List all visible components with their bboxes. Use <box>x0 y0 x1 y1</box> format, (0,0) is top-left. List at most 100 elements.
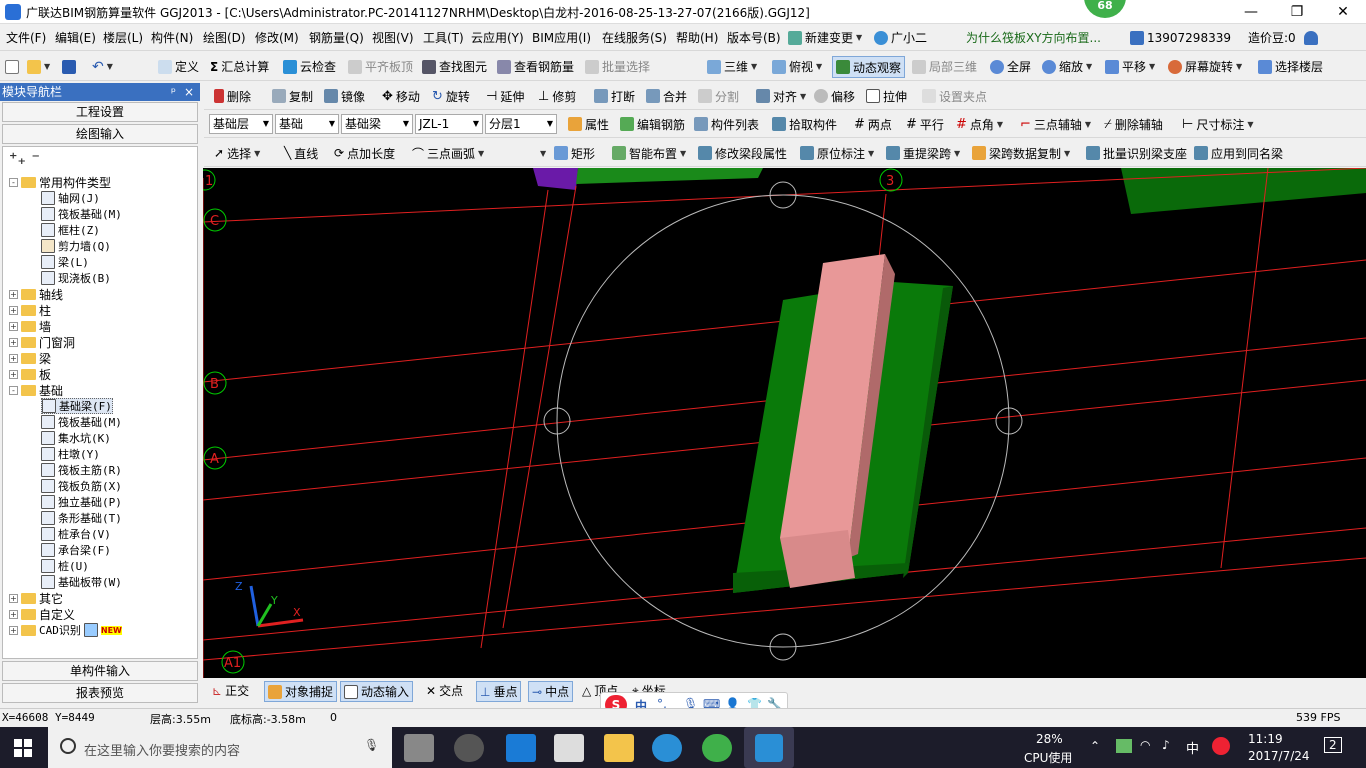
offset-button[interactable]: 偏移 <box>814 83 855 109</box>
menu-edit[interactable]: 编辑(E) <box>55 25 96 50</box>
menu-help[interactable]: 帮助(H) <box>676 25 718 50</box>
menu-floor[interactable]: 楼层(L) <box>103 25 143 50</box>
tree-item-cap-beam[interactable]: 承台梁(F) <box>41 542 111 558</box>
tree-item-raft[interactable]: 筏板基础(M) <box>41 206 122 222</box>
menu-component[interactable]: 构件(N) <box>151 25 193 50</box>
tree-node-axis[interactable]: + 轴线 <box>9 286 63 302</box>
rectangle-button[interactable]: 矩形 <box>554 140 595 166</box>
menu-cloud[interactable]: 云应用(Y) <box>471 25 524 50</box>
point-angle-button[interactable]: # 点角 ▼ <box>956 111 1003 137</box>
select-button[interactable]: ➚ 选择 ▼ <box>214 140 260 166</box>
point-length-button[interactable]: ⟳ 点加长度 <box>334 140 395 166</box>
orbit-button[interactable]: 动态观察 <box>832 56 906 78</box>
sogou-tray-icon[interactable] <box>1212 737 1230 755</box>
mirror-button[interactable]: 镜像 <box>324 83 365 109</box>
top-view-button[interactable]: 俯视 ▼ <box>772 53 822 80</box>
perpendicular-snap-button[interactable]: ⊥ 垂点 <box>476 681 522 702</box>
tree-item-axis-grid[interactable]: 轴网(J) <box>41 190 100 206</box>
menu-online[interactable]: 在线服务(S) <box>602 25 667 50</box>
copy-span-data-button[interactable]: 梁跨数据复制 ▼ <box>972 140 1070 166</box>
nvidia-icon[interactable] <box>1116 739 1132 753</box>
calculate-button[interactable]: Σ 汇总计算 <box>210 53 269 80</box>
screen-rotate-button[interactable]: 屏幕旋转 ▼ <box>1168 53 1242 80</box>
type-select[interactable]: 基础梁 ▼ <box>341 114 413 134</box>
three-point-axis-button[interactable]: ⌐ 三点辅轴 ▼ <box>1020 111 1091 137</box>
store-icon[interactable] <box>554 734 584 762</box>
tree-item-raft-foundation[interactable]: 筏板基础(M) <box>41 414 122 430</box>
tree-node-custom[interactable]: + 自定义 <box>9 606 75 622</box>
glodon-app-icon[interactable] <box>652 734 682 762</box>
break-button[interactable]: 打断 <box>594 83 635 109</box>
tree-item-sump[interactable]: 集水坑(K) <box>41 430 111 446</box>
two-point-axis-button[interactable]: # 两点 <box>854 111 892 137</box>
clock-time[interactable]: 11:19 <box>1248 732 1283 746</box>
undo-icon[interactable]: ↶ ▼ <box>92 53 113 80</box>
person-icon[interactable] <box>1304 25 1318 50</box>
align-button[interactable]: 对齐 ▼ <box>756 83 806 109</box>
ortho-button[interactable]: ⊾ 正交 <box>212 682 249 699</box>
tree-item-column-pier[interactable]: 柱墩(Y) <box>41 446 100 462</box>
view-rebar-button[interactable]: 查看钢筋量 <box>497 53 574 80</box>
apply-same-name-button[interactable]: 应用到同名梁 <box>1194 140 1283 166</box>
account-button[interactable]: 13907298339 <box>1130 25 1231 50</box>
tree-item-shear-wall[interactable]: 剪力墙(Q) <box>41 238 111 254</box>
windows-start-icon[interactable] <box>14 739 32 757</box>
new-change-button[interactable]: 新建变更 ▼ <box>788 25 862 50</box>
layer-select[interactable]: 分层1 ▼ <box>485 114 557 134</box>
pick-component-button[interactable]: 拾取构件 <box>772 111 837 137</box>
rotate-button[interactable]: ↻ 旋转 <box>432 83 470 109</box>
align-slab-top-button[interactable]: 平齐板顶 <box>348 53 413 80</box>
tree-item-isolated-footing[interactable]: 独立基础(P) <box>41 494 122 510</box>
dynamic-input-button[interactable]: 动态输入 <box>340 681 414 702</box>
open-folder-icon[interactable]: ▼ <box>27 53 50 80</box>
save-icon[interactable] <box>62 53 76 80</box>
menu-file[interactable]: 文件(F) <box>6 25 46 50</box>
batch-select-button[interactable]: 批量选择 <box>585 53 650 80</box>
select-floor-button[interactable]: 选择楼层 <box>1258 53 1323 80</box>
pin-icon[interactable]: ᵖ <box>171 83 176 101</box>
properties-button[interactable]: 属性 <box>568 111 609 137</box>
tree-item-beam[interactable]: 梁(L) <box>41 254 89 270</box>
pan-button[interactable]: 平移 ▼ <box>1105 53 1155 80</box>
tree-node-wall[interactable]: + 墙 <box>9 318 51 334</box>
browser-360-icon[interactable] <box>702 734 732 762</box>
parallel-axis-button[interactable]: # 平行 <box>906 111 944 137</box>
menu-modify[interactable]: 修改(M) <box>255 25 299 50</box>
move-button[interactable]: ✥ 移动 <box>382 83 420 109</box>
close-icon[interactable]: ✕ <box>1320 0 1366 24</box>
report-preview-button[interactable]: 报表预览 <box>2 683 198 703</box>
tree-item-column[interactable]: 框柱(Z) <box>41 222 100 238</box>
zoom-button[interactable]: 缩放 ▼ <box>1042 53 1092 80</box>
menu-bim[interactable]: BIM应用(I) <box>532 25 591 50</box>
wifi-icon[interactable]: ◠ <box>1140 738 1150 752</box>
arc-dropdown[interactable]: ▼ <box>540 140 546 166</box>
3d-button[interactable]: 三维 ▼ <box>707 53 757 80</box>
app-icon-1[interactable] <box>454 734 484 762</box>
intersection-snap-button[interactable]: ✕ 交点 <box>426 682 463 699</box>
menu-draw[interactable]: 绘图(D) <box>203 25 246 50</box>
minimize-icon[interactable]: — <box>1228 0 1274 24</box>
maximize-icon[interactable]: ❐ <box>1274 0 1320 24</box>
batch-identify-support-button[interactable]: 批量识别梁支座 <box>1086 140 1187 166</box>
menu-tools[interactable]: 工具(T) <box>423 25 464 50</box>
floor-select[interactable]: 基础层 ▼ <box>209 114 273 134</box>
set-grip-button[interactable]: 设置夹点 <box>922 83 987 109</box>
task-view-icon[interactable] <box>404 734 434 762</box>
smart-layout-button[interactable]: 智能布置 ▼ <box>612 140 686 166</box>
tree-node-column[interactable]: + 柱 <box>9 302 51 318</box>
ime-indicator[interactable]: 中 <box>1186 738 1199 757</box>
local-3d-button[interactable]: 局部三维 <box>912 53 977 80</box>
tree-node-common[interactable]: - 常用构件类型 <box>9 174 111 190</box>
edge-icon[interactable] <box>506 734 536 762</box>
tree-item-slab[interactable]: 现浇板(B) <box>41 270 111 286</box>
tree-node-cad[interactable]: + CAD识别 NEW <box>9 622 122 638</box>
find-element-button[interactable]: 查找图元 <box>422 53 487 80</box>
extend-button[interactable]: ⊣ 延伸 <box>486 83 524 109</box>
object-snap-button[interactable]: 对象捕捉 <box>264 681 338 702</box>
tree-item-strip-footing[interactable]: 条形基础(T) <box>41 510 122 526</box>
tree-item-pile-cap[interactable]: 桩承台(V) <box>41 526 111 542</box>
tree-item-pile[interactable]: 桩(U) <box>41 558 89 574</box>
define-button[interactable]: 定义 <box>158 53 199 80</box>
menu-version[interactable]: 版本号(B) <box>727 25 781 50</box>
menu-rebar[interactable]: 钢筋量(Q) <box>309 25 364 50</box>
